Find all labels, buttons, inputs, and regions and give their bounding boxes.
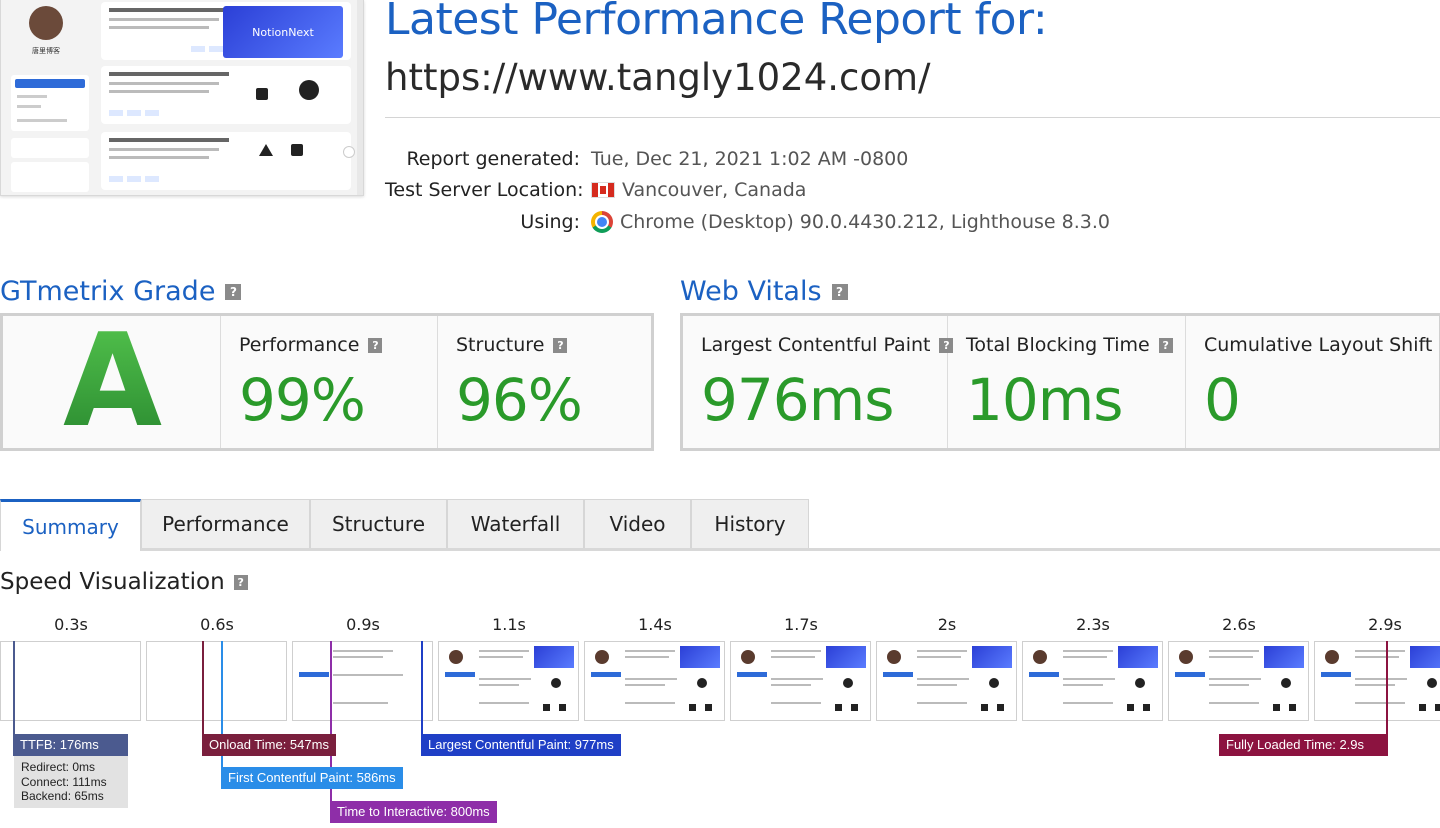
structure-cell: Structure ? 96% [438, 316, 651, 448]
speed-visualization-heading: Speed Visualization ? [0, 569, 248, 595]
report-title: Latest Performance Report for: [385, 0, 1048, 45]
tab-waterfall[interactable]: Waterfall [447, 499, 584, 548]
timeline-tick: 2.3s [1076, 615, 1110, 634]
help-icon[interactable]: ? [553, 337, 568, 353]
filmstrip-frame [146, 641, 287, 721]
fully-loaded-marker-line [1386, 641, 1388, 737]
grade-letter: A [63, 307, 163, 456]
thumbnail-card [101, 132, 351, 190]
location-label: Test Server Location: [385, 179, 584, 202]
page-screenshot-thumbnail: 唐里博客 NotionNext [0, 0, 364, 196]
help-icon[interactable]: ? [233, 574, 248, 590]
lcp-value: 976ms [701, 366, 894, 434]
lcp-cell: Largest Contentful Paint ? 976ms [683, 316, 954, 448]
lcp-label: Largest Contentful Paint: 977ms [421, 734, 621, 756]
redirect-time: Redirect: 0ms [21, 760, 96, 774]
performance-cell: Performance ? 99% [221, 316, 438, 448]
filmstrip-frame [1022, 641, 1163, 721]
thumbnail-dot [343, 146, 355, 158]
tab-summary[interactable]: Summary [0, 499, 141, 551]
help-icon[interactable]: ? [1158, 337, 1173, 353]
location-value: Vancouver, Canada [622, 179, 807, 202]
using-value: Chrome (Desktop) 90.0.4430.212, Lighthou… [620, 210, 1110, 233]
timeline-tick: 1.4s [638, 615, 672, 634]
help-icon[interactable]: ? [831, 283, 848, 300]
web-vitals-heading: Web Vitals ? [680, 276, 848, 307]
thumbnail-box [11, 162, 89, 192]
report-url: https://www.tangly1024.com/ [385, 56, 931, 99]
ttfb-label: TTFB: 176ms [13, 734, 128, 756]
report-generated-label: Report generated: [406, 147, 580, 170]
fcp-label: First Contentful Paint: 586ms [221, 767, 403, 789]
thumbnail-scrollbar [357, 0, 363, 195]
report-tabs: Summary Performance Structure Waterfall … [0, 499, 1440, 551]
tab-video[interactable]: Video [584, 499, 691, 548]
timeline-tick: 0.3s [54, 615, 88, 634]
onload-label: Onload Time: 547ms [202, 734, 336, 756]
ttfb-marker-line [13, 641, 15, 737]
fully-loaded-label: Fully Loaded Time: 2.9s [1219, 734, 1388, 756]
gtmetrix-grade-panel: A Performance ? 99% Structure ? 96% [0, 313, 654, 451]
structure-label: Structure [456, 334, 545, 356]
tti-label: Time to Interactive: 800ms [330, 801, 497, 823]
tbt-label: Total Blocking Time [966, 334, 1150, 356]
report-meta: Report generated: Tue, Dec 21, 2021 1:02… [385, 143, 1145, 238]
filmstrip-frame [1168, 641, 1309, 721]
filmstrip-frame [1314, 641, 1440, 721]
filmstrip-frame [730, 641, 871, 721]
grade-cell: A [3, 316, 221, 448]
tbt-value: 10ms [966, 366, 1124, 434]
thumbnail-card [101, 66, 351, 124]
cls-value: 0 [1204, 366, 1241, 434]
cls-cell: Cumulative Layout Shift ? 0 [1186, 316, 1439, 448]
thumbnail-card: NotionNext [101, 2, 351, 60]
lcp-marker-line [421, 641, 423, 737]
tbt-cell: Total Blocking Time ? 10ms [948, 316, 1186, 448]
help-icon[interactable]: ? [368, 337, 383, 353]
header-divider [385, 117, 1440, 118]
thumbnail-avatar [29, 6, 63, 40]
web-vitals-panel: Largest Contentful Paint ? 976ms Total B… [680, 313, 1440, 451]
backend-time: Backend: 65ms [21, 789, 104, 803]
tab-history[interactable]: History [691, 499, 809, 548]
performance-score: 99% [239, 366, 366, 434]
timeline-tick: 2.9s [1368, 615, 1402, 634]
filmstrip-frame [584, 641, 725, 721]
using-label: Using: [520, 210, 580, 233]
report-generated-value: Tue, Dec 21, 2021 1:02 AM -0800 [591, 147, 909, 170]
meta-row-generated: Report generated: Tue, Dec 21, 2021 1:02… [385, 143, 1145, 175]
filmstrip-frame [0, 641, 141, 721]
chrome-icon [591, 210, 613, 233]
onload-marker-line [202, 641, 204, 737]
timeline-tick: 0.9s [346, 615, 380, 634]
thumbnail-box [11, 138, 89, 158]
filmstrip-frame [876, 641, 1017, 721]
timeline-tick: 1.1s [492, 615, 526, 634]
thumbnail-notion-banner: NotionNext [223, 6, 343, 58]
help-icon[interactable]: ? [225, 283, 242, 300]
thumbnail-menu [11, 75, 89, 131]
gtmetrix-grade-heading: GTmetrix Grade ? [0, 276, 242, 307]
timeline-tick: 2s [937, 615, 957, 634]
canada-flag-icon [591, 182, 615, 199]
cls-label: Cumulative Layout Shift [1204, 334, 1433, 356]
tab-performance[interactable]: Performance [141, 499, 310, 548]
ttfb-breakdown: Redirect: 0ms Connect: 111ms Backend: 65… [14, 756, 128, 808]
filmstrip-frame [438, 641, 579, 721]
timeline-tick: 0.6s [200, 615, 234, 634]
structure-score: 96% [456, 366, 583, 434]
tab-structure[interactable]: Structure [310, 499, 447, 548]
timeline-tick: 2.6s [1222, 615, 1256, 634]
thumbnail-site-name: 唐里博客 [32, 47, 60, 55]
meta-row-location: Test Server Location: Vancouver, Canada [385, 175, 1145, 207]
meta-row-using: Using: Chrome (Desktop) 90.0.4430.212, L… [385, 206, 1145, 238]
timeline-tick: 1.7s [784, 615, 818, 634]
lcp-label: Largest Contentful Paint [701, 334, 931, 356]
filmstrip-frame [292, 641, 433, 721]
performance-label: Performance [239, 334, 360, 356]
connect-time: Connect: 111ms [21, 774, 107, 789]
